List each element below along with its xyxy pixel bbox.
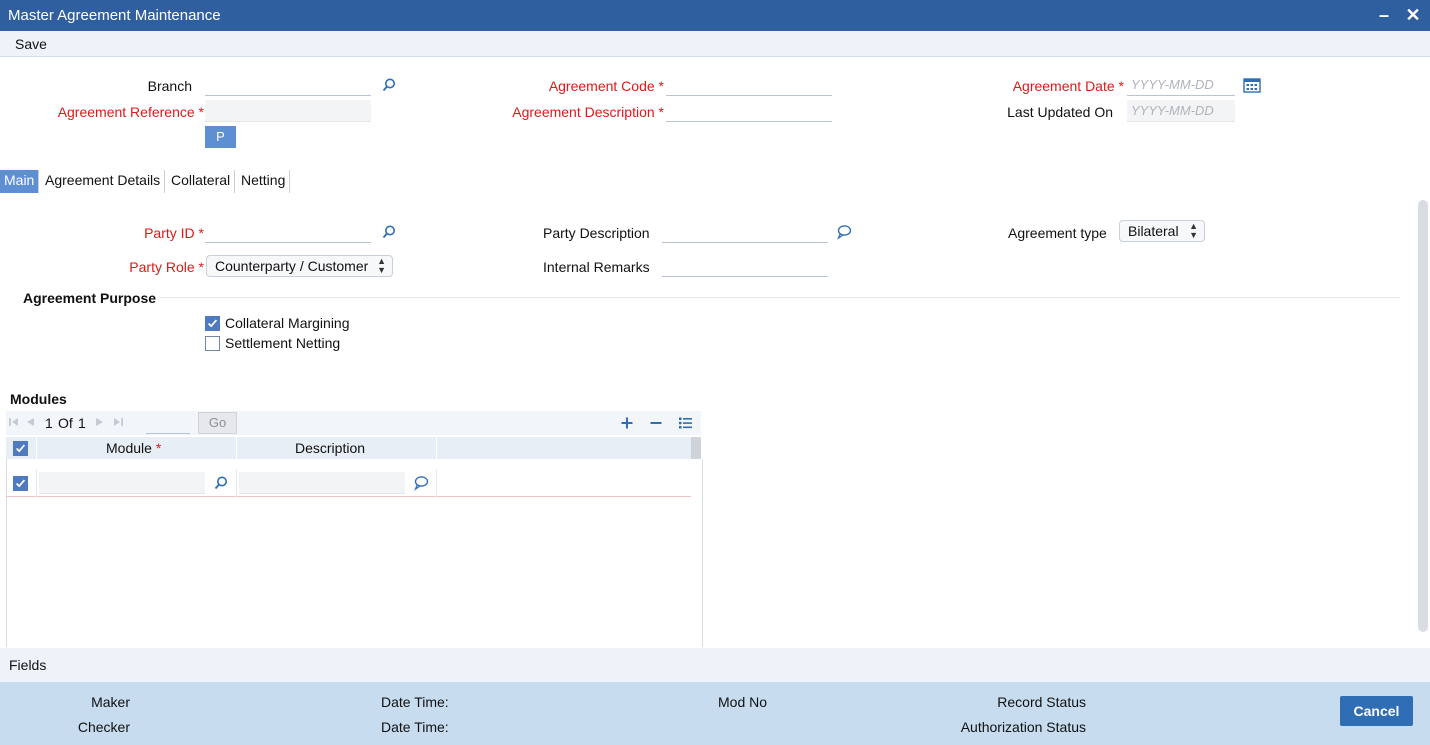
party-id-input[interactable] (205, 221, 371, 243)
column-divider (436, 437, 437, 459)
column-divider (436, 469, 437, 497)
check-icon (15, 479, 26, 488)
table-row (6, 469, 691, 497)
close-icon[interactable]: ✕ (1401, 4, 1425, 26)
audit-footer: Maker Checker Date Time: Date Time: Mod … (0, 682, 1430, 745)
tab-netting[interactable]: Netting (237, 170, 291, 193)
agreement-code-input[interactable] (666, 74, 832, 96)
party-description-input[interactable] (662, 221, 828, 243)
check-icon (207, 319, 218, 328)
check-icon (15, 444, 26, 453)
module-input[interactable] (39, 472, 205, 494)
prev-page-icon[interactable] (24, 416, 36, 428)
settlement-netting-checkbox[interactable] (205, 336, 220, 351)
page-of: Of (58, 415, 73, 431)
search-icon[interactable] (381, 224, 397, 240)
checker-label: Checker (77, 719, 130, 735)
row-checkbox[interactable] (13, 476, 28, 491)
vertical-scrollbar[interactable] (1418, 200, 1428, 632)
column-divider (236, 469, 237, 497)
agreement-purpose-title: Agreement Purpose (23, 290, 157, 306)
list-view-icon[interactable] (678, 416, 693, 430)
header-scrollbar (691, 437, 701, 459)
add-row-icon[interactable] (620, 416, 634, 430)
section-divider (160, 297, 1400, 298)
p-button[interactable]: P (205, 126, 236, 148)
modules-title: Modules (10, 391, 67, 407)
agreement-date-label: Agreement Date * (1012, 78, 1124, 94)
title-bar: Master Agreement Maintenance – ✕ (0, 0, 1430, 31)
agreement-date-input[interactable] (1127, 74, 1235, 96)
page-number-input[interactable] (146, 412, 190, 434)
maker-label: Maker (91, 694, 130, 710)
cancel-button[interactable]: Cancel (1340, 696, 1413, 726)
collateral-margining-label: Collateral Margining (225, 315, 350, 331)
window-title: Master Agreement Maintenance (8, 7, 221, 24)
collateral-margining-checkbox[interactable] (205, 316, 220, 331)
last-page-icon[interactable] (112, 416, 124, 428)
first-page-icon[interactable] (8, 416, 20, 428)
column-description: Description (295, 440, 366, 456)
agreement-description-label: Agreement Description * (512, 104, 664, 120)
last-updated-input (1127, 100, 1235, 122)
comment-icon[interactable] (413, 475, 429, 491)
go-button[interactable]: Go (198, 412, 237, 434)
column-divider (236, 437, 237, 459)
settlement-netting-label: Settlement Netting (225, 335, 341, 351)
tab-collateral[interactable]: Collateral (167, 170, 236, 193)
minimize-icon[interactable]: – (1372, 4, 1396, 26)
delete-row-icon[interactable] (649, 416, 663, 430)
checker-date-time-label: Date Time: (381, 719, 449, 735)
grid-header: Module * Description (6, 437, 701, 459)
last-updated-label: Last Updated On (1007, 104, 1113, 120)
agreement-type-label: Agreement type (1008, 225, 1107, 241)
search-icon[interactable] (381, 77, 397, 93)
fields-link[interactable]: Fields (9, 657, 46, 673)
party-role-select[interactable]: Counterparty / Customer ▲ ▼ (206, 255, 393, 277)
agreement-code-label: Agreement Code * (548, 78, 664, 94)
select-all-checkbox[interactable] (13, 441, 28, 456)
description-input[interactable] (239, 472, 405, 494)
agreement-type-select[interactable]: Bilateral ▲ ▼ (1119, 220, 1205, 242)
column-module: Module * (106, 440, 162, 456)
party-description-label: Party Description (543, 225, 650, 241)
column-divider (36, 469, 37, 497)
select-arrows-icon: ▲ ▼ (377, 256, 386, 275)
toolbar: Save (0, 31, 1430, 57)
calendar-icon[interactable] (1243, 77, 1261, 93)
next-page-icon[interactable] (94, 416, 106, 428)
mod-no-label: Mod No (718, 694, 768, 710)
party-id-label: Party ID * (144, 225, 204, 241)
tab-main[interactable]: Main (0, 170, 40, 193)
tab-agreement-details[interactable]: Agreement Details (41, 170, 166, 193)
agreement-reference-input[interactable] (205, 100, 371, 122)
party-role-label: Party Role * (129, 259, 204, 275)
internal-remarks-input[interactable] (662, 255, 828, 277)
maker-date-time-label: Date Time: (381, 694, 449, 710)
branch-label: Branch (147, 78, 192, 94)
agreement-reference-label: Agreement Reference * (57, 104, 204, 120)
page-total: 1 (78, 415, 86, 431)
comment-icon[interactable] (836, 224, 852, 240)
select-arrows-icon: ▲ ▼ (1189, 221, 1198, 240)
agreement-description-input[interactable] (666, 100, 832, 122)
column-divider (36, 437, 37, 459)
record-status-label: Record Status (997, 694, 1086, 710)
page-current: 1 (45, 415, 53, 431)
save-button[interactable]: Save (15, 36, 47, 52)
grid-toolbar: 1 Of 1 Go (6, 411, 701, 435)
internal-remarks-label: Internal Remarks (543, 259, 650, 275)
fields-bar: Fields (0, 648, 1430, 682)
branch-input[interactable] (205, 74, 371, 96)
authorization-status-label: Authorization Status (960, 719, 1086, 735)
search-icon[interactable] (213, 475, 229, 491)
